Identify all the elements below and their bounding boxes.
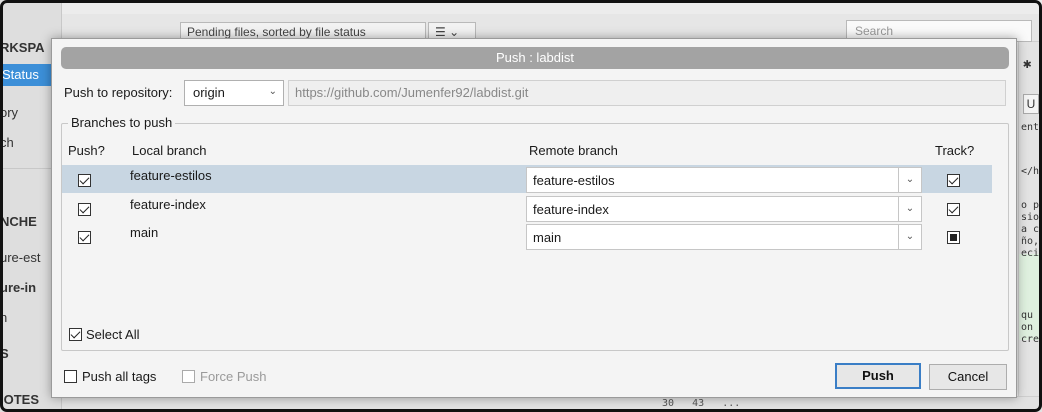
push-all-tags-label: Push all tags xyxy=(82,369,157,385)
local-branch-name: feature-index xyxy=(130,197,206,212)
chevron-down-icon: ⌄ xyxy=(268,86,277,97)
gear-icon[interactable]: ✱ xyxy=(1023,56,1031,72)
push-all-tags-checkbox[interactable]: Push all tags xyxy=(64,368,156,384)
chevron-down-icon[interactable]: ⌄ xyxy=(898,224,922,250)
force-push-label: Force Push xyxy=(200,369,267,385)
track-checkbox[interactable] xyxy=(947,203,960,217)
remote-branch-select[interactable]: feature-index ⌄ xyxy=(526,196,922,222)
push-button[interactable]: Push xyxy=(835,363,921,389)
branches-group-label: Branches to push xyxy=(68,115,176,130)
repository-url-field: https://github.com/Jumenfer92/labdist.gi… xyxy=(288,80,1006,106)
sidebar-remotes-header: IOTES xyxy=(0,392,40,407)
dialog-title: Push : labdist xyxy=(61,47,1009,69)
branches-table: Push? Local branch Remote branch Track? … xyxy=(62,141,992,311)
force-push-checkbox: Force Push xyxy=(182,368,266,384)
table-row[interactable]: feature-index feature-index ⌄ xyxy=(62,194,992,222)
track-checkbox[interactable] xyxy=(947,174,960,188)
chevron-down-icon[interactable]: ⌄ xyxy=(898,196,922,222)
sidebar-branch-item[interactable]: ure-in xyxy=(0,280,36,295)
table-row[interactable]: main main ⌄ xyxy=(62,222,992,250)
chevron-down-icon[interactable]: ⌄ xyxy=(898,167,922,193)
sidebar-section: S xyxy=(0,346,9,361)
remote-branch-select[interactable]: feature-estilos ⌄ xyxy=(526,167,922,193)
background-status-bar: 30 43 ... xyxy=(62,396,1042,412)
select-all-label: Select All xyxy=(86,327,140,343)
sidebar-workspace-header: RKSPA xyxy=(0,40,45,55)
cancel-button[interactable]: Cancel xyxy=(929,364,1007,390)
track-checkbox[interactable] xyxy=(947,231,960,245)
local-branch-name: feature-estilos xyxy=(130,168,212,183)
repository-select[interactable]: origin ⌄ xyxy=(184,80,284,106)
sidebar-branch-item[interactable]: n xyxy=(0,310,7,325)
column-header-track: Track? xyxy=(935,143,975,158)
push-checkbox[interactable] xyxy=(78,203,91,217)
sidebar-item-search[interactable]: ch xyxy=(0,135,14,150)
sidebar-branches-header: NCHE xyxy=(0,214,37,229)
push-to-repository-label: Push to repository: xyxy=(64,85,173,100)
select-all-checkbox[interactable]: Select All xyxy=(69,326,139,342)
column-header-local-branch: Local branch xyxy=(132,143,207,158)
background-diff-panel: ✱ U ent </h o p sio a c ño, eci qu on cr… xyxy=(1018,42,1042,412)
sidebar-branch-item[interactable]: ure-est xyxy=(0,250,40,265)
table-row[interactable]: feature-estilos feature-estilos ⌄ xyxy=(62,165,992,193)
local-branch-name: main xyxy=(130,225,159,240)
column-header-remote-branch: Remote branch xyxy=(529,143,618,158)
push-dialog: Push : labdist Push to repository: origi… xyxy=(51,38,1017,398)
remote-branch-select[interactable]: main ⌄ xyxy=(526,224,922,250)
push-checkbox[interactable] xyxy=(78,231,91,245)
right-panel-button[interactable]: U xyxy=(1023,94,1039,114)
sidebar-item-history[interactable]: ory xyxy=(0,105,18,120)
column-header-push: Push? xyxy=(68,143,105,158)
push-checkbox[interactable] xyxy=(78,174,91,188)
